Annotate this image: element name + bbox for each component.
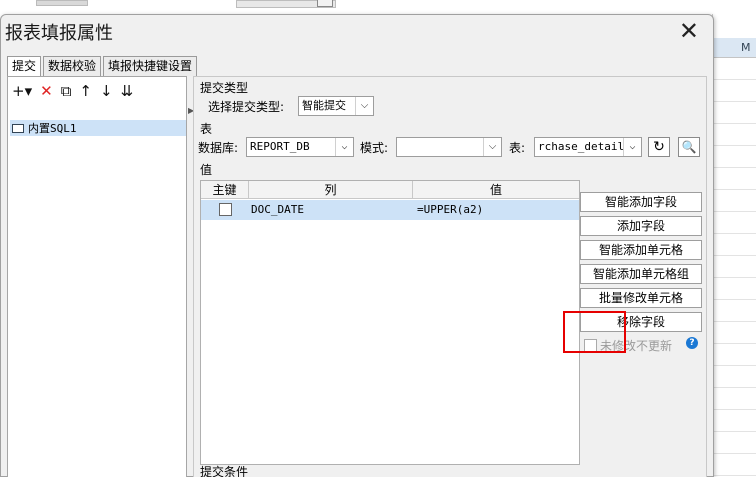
submit-settings-panel: 提交类型 选择提交类型: 智能提交 ⌵ 表 数据库: REPORT_DB ⌵ 模… (193, 76, 707, 477)
tab-data-validation[interactable]: 数据校验 (43, 56, 102, 76)
chevron-down-icon: ⌵ (355, 97, 373, 115)
sheet-row (713, 124, 756, 146)
sheet-row (713, 190, 756, 212)
chevron-down-icon: ⌵ (335, 138, 353, 156)
background-date-field (236, 0, 336, 8)
primary-key-checkbox[interactable] (219, 203, 232, 216)
row-value: =UPPER(a2) (417, 203, 484, 216)
highlight-box (563, 311, 626, 353)
chevron-down-icon: ⌵ (483, 138, 501, 156)
submit-type-section-label: 提交类型 (200, 81, 249, 95)
submit-list-panel: +▾ ✕ ⧉ ↑ ↓ ⇊ 内置SQL1 (7, 76, 187, 477)
move-down-icon[interactable]: ↓ (100, 82, 113, 100)
table-value: rchase_detail (538, 140, 625, 153)
delete-icon[interactable]: ✕ (40, 82, 53, 100)
sheet-row (713, 388, 756, 410)
preview-icon[interactable]: 🔍 (678, 137, 700, 157)
submit-condition-label: 提交条件 (200, 465, 249, 477)
sheet-row (713, 344, 756, 366)
sheet-row (713, 146, 756, 168)
smart-add-field-button[interactable]: 智能添加字段 (580, 192, 702, 212)
batch-modify-cell-button[interactable]: 批量修改单元格 (580, 288, 702, 308)
database-label: 数据库: (198, 141, 239, 155)
sheet-row (713, 278, 756, 300)
sheet-row (713, 168, 756, 190)
tab-bar: 提交 数据校验 填报快捷键设置 (7, 56, 199, 77)
chevron-down-icon: ⌵ (623, 138, 641, 156)
move-up-icon[interactable]: ↑ (79, 82, 92, 100)
sheet-row (713, 102, 756, 124)
report-fill-properties-dialog: 报表填报属性 ✕ 提交 数据校验 填报快捷键设置 +▾ ✕ ⧉ ↑ ↓ ⇊ 内置… (0, 14, 714, 477)
help-icon[interactable]: ? (686, 337, 698, 349)
database-value: REPORT_DB (250, 140, 310, 153)
column-header-m: M (713, 38, 756, 58)
header-value: 值 (489, 183, 502, 197)
database-select[interactable]: REPORT_DB ⌵ (246, 137, 354, 157)
move-bottom-icon[interactable]: ⇊ (121, 82, 134, 100)
sheet-row (713, 454, 756, 476)
sql-icon (12, 123, 24, 133)
table-row[interactable]: DOC_DATE =UPPER(a2) (201, 200, 579, 220)
sheet-row (713, 234, 756, 256)
table-section-label: 表 (200, 122, 213, 136)
sheet-row (713, 212, 756, 234)
sheet-row (713, 432, 756, 454)
copy-icon[interactable]: ⧉ (61, 82, 72, 100)
list-toolbar: +▾ ✕ ⧉ ↑ ↓ ⇊ (12, 81, 133, 101)
list-item-label: 内置SQL1 (28, 122, 77, 135)
sheet-row (713, 322, 756, 344)
add-field-button[interactable]: 添加字段 (580, 216, 702, 236)
tab-submit[interactable]: 提交 (7, 56, 42, 77)
submit-type-select[interactable]: 智能提交 ⌵ (298, 96, 374, 116)
table-select[interactable]: rchase_detail ⌵ (534, 137, 642, 157)
tab-shortcut-settings[interactable]: 填报快捷键设置 (103, 56, 198, 76)
close-icon[interactable]: ✕ (679, 17, 699, 45)
sheet-row (713, 366, 756, 388)
sheet-row (713, 300, 756, 322)
background-toolbar-element (36, 0, 88, 6)
smart-add-cell-button[interactable]: 智能添加单元格 (580, 240, 702, 260)
submit-type-value: 智能提交 (302, 99, 346, 112)
smart-add-cell-group-button[interactable]: 智能添加单元格组 (580, 264, 702, 284)
header-primary-key: 主键 (201, 181, 249, 199)
schema-select[interactable]: ⌵ (396, 137, 502, 157)
values-section-label: 值 (200, 163, 213, 177)
field-table: 主键 列 值 DOC_DATE =UPPER(a2) (200, 180, 580, 465)
dialog-title: 报表填报属性 (5, 23, 113, 44)
schema-label: 模式: (360, 141, 389, 155)
sheet-row (713, 80, 756, 102)
add-icon[interactable]: +▾ (12, 82, 32, 100)
sheet-row (713, 410, 756, 432)
sheet-row (713, 58, 756, 80)
list-item[interactable]: 内置SQL1 (10, 120, 186, 136)
table-header: 主键 列 值 (201, 181, 579, 199)
refresh-icon[interactable]: ↻ (648, 137, 670, 157)
header-column: 列 (249, 181, 413, 199)
sheet-row (713, 256, 756, 278)
calendar-icon (317, 0, 333, 7)
submit-type-label: 选择提交类型: (208, 100, 285, 114)
background-sheet-strip: M (712, 14, 756, 477)
table-label: 表: (509, 141, 526, 155)
row-column: DOC_DATE (251, 203, 304, 216)
